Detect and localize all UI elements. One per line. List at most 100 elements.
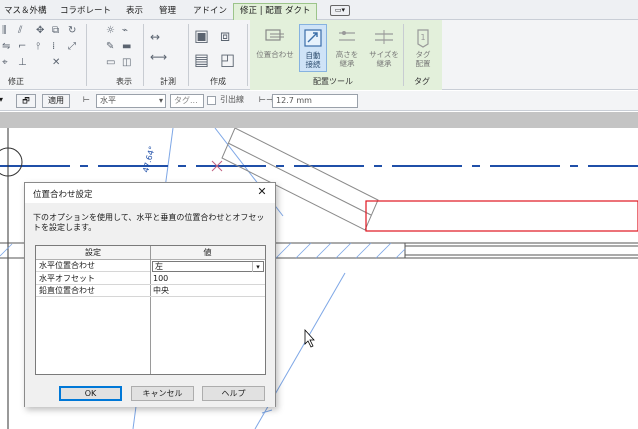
group-label-measure: 計測 xyxy=(160,77,176,86)
hide-element-icon[interactable]: ▭ xyxy=(106,58,115,68)
tab-collaborate[interactable]: コラボレート xyxy=(60,2,111,20)
properties-icon[interactable]: 🗗 xyxy=(16,94,36,108)
tag-select[interactable]: タグ... xyxy=(170,94,204,108)
tab-modify-place-duct[interactable]: 修正 | 配置 ダクト xyxy=(233,3,318,20)
auto-connect-button[interactable]: 自動 接続 xyxy=(299,24,327,72)
paint-icon[interactable]: ▬ xyxy=(122,42,131,52)
length-icon: ⊢⊣ xyxy=(259,95,273,104)
linework-icon[interactable]: ✎ xyxy=(106,42,114,52)
close-icon[interactable]: ✕ xyxy=(255,185,269,199)
chevron-down-icon[interactable]: ▾ xyxy=(252,262,263,272)
array-icon[interactable]: ⁞ xyxy=(52,42,55,52)
ribbon-separator xyxy=(247,24,248,86)
create-group-icon[interactable]: ▤ xyxy=(194,52,209,68)
options-bar: ▾ 🗗 適用 ⊢ 水平 ▾ タグ... 引出線 ⊢⊣ 12.7 mm xyxy=(0,91,638,111)
leader-checkbox[interactable] xyxy=(207,96,216,105)
justify-button[interactable]: 位置合わせ xyxy=(254,24,296,72)
rotate-icon[interactable]: ↻ xyxy=(68,26,76,36)
ribbon-separator xyxy=(403,24,404,86)
table-row-param: 水平オフセット xyxy=(36,273,150,285)
horizontal-justification-value: 左 xyxy=(155,262,163,271)
group-label-create: 作成 xyxy=(210,77,226,86)
split-icon[interactable]: ⫯ xyxy=(36,42,40,52)
override-graphics-icon[interactable]: ⌁ xyxy=(122,26,128,36)
justification-select-value: 水平 xyxy=(100,96,116,105)
ribbon-separator xyxy=(86,24,87,86)
tag-select-value: タグ... xyxy=(174,96,198,105)
construction-line xyxy=(261,409,273,414)
apply-button[interactable]: 適用 xyxy=(42,94,70,108)
create-assembly-icon[interactable]: ▣ xyxy=(194,28,209,44)
auto-connect-label-line1: 自動 xyxy=(305,51,321,60)
tab-view[interactable]: 表示 xyxy=(126,2,143,20)
length-field[interactable]: 12.7 mm xyxy=(272,94,358,108)
angle-dimension-label[interactable]: 47.64° xyxy=(141,145,157,173)
group-label-view: 表示 xyxy=(116,77,132,86)
svg-text:1: 1 xyxy=(420,33,425,42)
help-button[interactable]: ヘルプ xyxy=(202,386,265,401)
inherit-size-button[interactable]: サイズを 継承 xyxy=(366,24,402,72)
tab-manage[interactable]: 管理 xyxy=(159,2,176,20)
justification-dialog: 位置合わせ設定 ✕ 下のオプションを使用して、水平と垂直の位置合わせとオフセット… xyxy=(24,182,276,407)
dialog-body: 下のオプションを使用して、水平と垂直の位置合わせとオフセットを設定します。 設定… xyxy=(25,203,275,407)
table-row-param: 鉛直位置合わせ xyxy=(36,285,150,297)
move-icon[interactable]: ✥ xyxy=(36,26,44,36)
inherit-size-label-line1: サイズを xyxy=(369,50,399,59)
chevron-down-icon: ▾ xyxy=(158,96,163,105)
inherit-elevation-button[interactable]: 高さを 継承 xyxy=(330,24,364,72)
inherit-size-label-line2: 継承 xyxy=(376,59,392,68)
lightbulb-icon[interactable]: ☼ xyxy=(106,26,115,36)
create-parts-icon[interactable]: ⧈ xyxy=(220,28,230,44)
tab-addins[interactable]: アドイン xyxy=(193,2,227,20)
ribbon-separator xyxy=(143,24,144,86)
leader-label: 引出線 xyxy=(220,95,244,104)
vertical-justification-field[interactable]: 中央 xyxy=(150,285,265,297)
quick-menu-dropdown[interactable]: ▭▾ xyxy=(330,5,350,16)
create-similar-icon[interactable]: ◰ xyxy=(220,52,235,68)
auto-connect-icon xyxy=(304,29,322,47)
tab-massing-site[interactable]: マス＆外構 xyxy=(4,2,47,20)
view-tab-strip xyxy=(0,112,638,128)
ribbon-panel: ⫼ ⫽ ✥ ⧉ ↻ ⇋ ⌐ ⫯ ⁞ ⤢ ⌖ ⊥ ✕ 修正 ☼ ⌁ ✎ ▬ ▭ ◫… xyxy=(0,20,638,90)
offset-icon[interactable]: ⫽ xyxy=(18,26,22,36)
dimension-icon[interactable]: ⟷ xyxy=(150,51,167,63)
ribbon-separator xyxy=(188,24,189,86)
mirror-icon[interactable]: ⇋ xyxy=(2,42,10,52)
justification-select[interactable]: 水平 ▾ xyxy=(96,94,166,108)
horizontal-justification-select[interactable]: 左 ▾ xyxy=(152,261,264,272)
align-icon[interactable]: ⫼ xyxy=(2,26,7,36)
tag-icon: 1 xyxy=(417,29,429,48)
scale-icon[interactable]: ⤢ xyxy=(68,42,76,52)
tag-label-line1: タグ xyxy=(415,50,431,59)
justification-icon: ⊢ xyxy=(83,95,90,104)
group-label-place-tools: 配置ツール xyxy=(313,77,353,86)
table-row-param: 水平位置合わせ xyxy=(36,260,150,272)
justify-icon xyxy=(265,29,284,41)
group-label-tag: タグ xyxy=(414,77,430,86)
trim-icon[interactable]: ⌐ xyxy=(18,42,26,52)
inherit-elevation-label-line2: 継承 xyxy=(339,59,355,68)
measure-icon[interactable]: ↔ xyxy=(150,31,160,43)
duct-preview[interactable] xyxy=(365,200,638,232)
pin-icon[interactable]: ⌖ xyxy=(2,58,8,68)
settings-table: 設定 値 水平位置合わせ 左 ▾ 水平オフセット 100 鉛直位置合わせ 中央 xyxy=(35,245,266,375)
cancel-button[interactable]: キャンセル xyxy=(131,386,194,401)
ok-button[interactable]: OK xyxy=(59,386,122,401)
horizontal-offset-field[interactable]: 100 xyxy=(150,273,265,285)
inherit-elevation-icon xyxy=(339,31,355,41)
tag-label-line2: 配置 xyxy=(415,59,431,68)
copy-icon[interactable]: ⧉ xyxy=(52,26,59,36)
column-header-setting[interactable]: 設定 xyxy=(36,246,150,260)
delete-icon[interactable]: ✕ xyxy=(52,58,60,68)
unpin-icon[interactable]: ⊥ xyxy=(18,58,27,68)
ribbon-tab-bar: マス＆外構 コラボレート 表示 管理 アドイン 修正 | 配置 ダクト ▭▾ xyxy=(0,0,638,20)
column-header-value[interactable]: 値 xyxy=(150,246,265,260)
dialog-description: 下のオプションを使用して、水平と垂直の位置合わせとオフセットを設定します。 xyxy=(33,213,265,232)
tag-on-placement-button[interactable]: 1 タグ 配置 xyxy=(406,24,440,72)
dialog-title: 位置合わせ設定 xyxy=(33,190,93,200)
view-filter-icon[interactable]: ◫ xyxy=(122,58,131,68)
grid-bubble[interactable] xyxy=(0,147,23,177)
options-dropdown-arrow-icon[interactable]: ▾ xyxy=(0,94,10,108)
justify-label: 位置合わせ xyxy=(256,50,294,59)
length-field-value: 12.7 mm xyxy=(276,96,312,105)
